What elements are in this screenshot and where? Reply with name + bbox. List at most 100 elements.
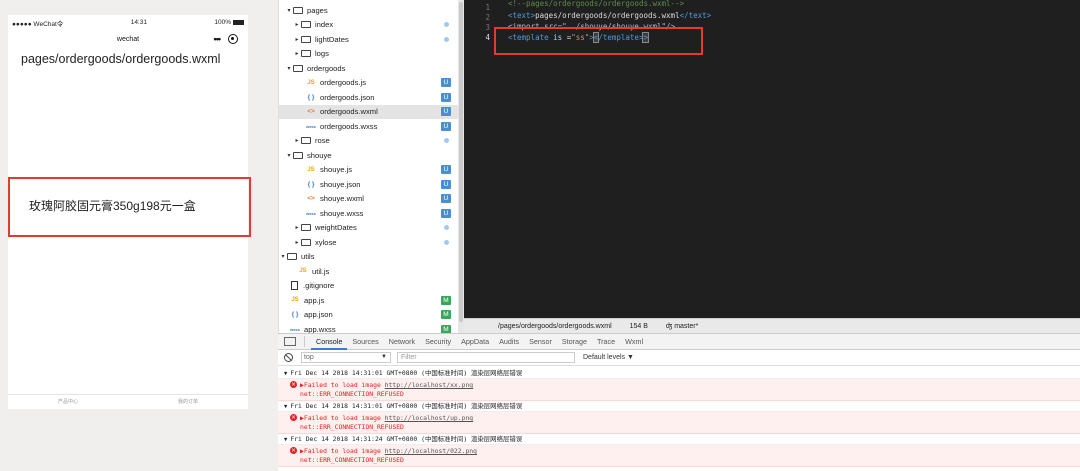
tab-sensor[interactable]: Sensor (524, 334, 557, 350)
image-url-link[interactable]: http://localhost/up.png (385, 414, 474, 422)
line-number: 3 (485, 23, 490, 32)
file-item[interactable]: JS shouye.js U (279, 163, 459, 177)
git-status-badge: U (441, 121, 451, 131)
file-item[interactable]: { } shouye.json U (279, 177, 459, 191)
folder-item[interactable]: ▸ xylose (279, 235, 459, 249)
file-tree-label: ordergoods.json (320, 92, 375, 102)
expand-triangle-icon[interactable]: ▼ (284, 404, 287, 410)
tab-audits[interactable]: Audits (494, 334, 524, 350)
image-url-link[interactable]: http://localhost/xx.png (385, 381, 474, 389)
file-item[interactable]: <> shouye.wxml U (279, 192, 459, 206)
file-tree-label: rose (315, 136, 330, 146)
nav-title: wechat (116, 36, 140, 43)
tab-console[interactable]: Console (311, 334, 348, 350)
file-item[interactable]: <> ordergoods.wxml U (279, 104, 459, 119)
tab-sources[interactable]: Sources (347, 334, 383, 350)
git-branch[interactable]: ʤ master* (666, 323, 698, 330)
file-tree-label: shouye.wxss (320, 208, 364, 218)
file-tree-label: ordergoods.wxss (320, 121, 378, 131)
file-item[interactable]: wxss shouye.wxss U (279, 206, 459, 220)
status-time: 14:31 (130, 19, 147, 26)
folder-icon (301, 21, 311, 29)
folder-icon (301, 50, 311, 58)
console-error-row: × ▶Failed to load image http://localhost/… (278, 379, 1080, 401)
tab-security[interactable]: Security (420, 334, 456, 350)
chevron-right-icon[interactable]: ▸ (293, 239, 301, 246)
console-group-header[interactable]: ▼ Fri Dec 14 2018 14:31:01 GMT+0800 (中国标准… (278, 401, 1080, 412)
tab-my-orders[interactable]: 我的订单 (128, 395, 248, 409)
battery-indicator: 100% (214, 19, 244, 26)
file-item[interactable]: JS ordergoods.js U (279, 76, 459, 90)
folder-item[interactable]: ▸ logs (279, 47, 459, 61)
filter-input[interactable]: Filter (397, 352, 575, 363)
expand-triangle-icon[interactable]: ▼ (284, 437, 287, 443)
modified-dot-icon (444, 22, 449, 27)
file-path: /pages/ordergoods/ordergoods.wxml (498, 322, 612, 330)
console-group-header[interactable]: ▼ Fri Dec 14 2018 14:31:01 GMT+0800 (中国标准… (278, 368, 1080, 379)
git-status-badge: U (441, 107, 451, 116)
folder-item[interactable]: ▾ utils (279, 250, 459, 264)
devtools-panel: Console Sources Network Security AppData Audi… (278, 333, 1080, 471)
folder-item[interactable]: ▾ shouye (279, 148, 459, 162)
more-menu-icon[interactable]: ••• (214, 34, 222, 44)
battery-icon (233, 19, 244, 25)
tab-wxml[interactable]: Wxml (620, 334, 648, 350)
error-message: ▶Failed to load image http://localhost/x… (300, 381, 474, 389)
chevron-down-icon[interactable]: ▾ (285, 7, 293, 14)
file-tree-label: index (315, 20, 334, 30)
file-item[interactable]: JS app.js M (279, 293, 459, 307)
expand-triangle-icon[interactable]: ▼ (284, 371, 287, 377)
console-filter-bar: top ▼ Filter Default levels ▼ (278, 350, 1080, 366)
wxss-file-icon: wxss (306, 210, 316, 216)
carrier-signal: ●●●●● WeChat令 (12, 20, 64, 28)
console-group-header[interactable]: ▼ Fri Dec 14 2018 14:31:24 GMT+0800 (中国标准… (278, 434, 1080, 445)
json-file-icon: { } (307, 93, 315, 101)
json-file-icon: { } (291, 311, 299, 319)
chevron-right-icon[interactable]: ▸ (293, 36, 301, 43)
file-item[interactable]: .gitignore (279, 279, 459, 293)
log-levels-dropdown[interactable]: Default levels ▼ (583, 354, 634, 361)
wxss-file-icon: wxss (306, 123, 316, 129)
tab-appdata[interactable]: AppData (456, 334, 494, 350)
folder-icon (301, 137, 311, 145)
clear-console-icon[interactable] (284, 353, 293, 362)
editor-status-bar: /pages/ordergoods/ordergoods.wxml 154 B … (464, 318, 1080, 333)
git-status-badge: U (441, 179, 451, 189)
chevron-down-icon[interactable]: ▾ (279, 253, 287, 260)
error-message: ▶Failed to load image http://localhost/0… (300, 447, 477, 455)
close-capsule-icon[interactable] (228, 34, 238, 44)
file-item[interactable]: { } app.json M (279, 308, 459, 322)
file-item[interactable]: JS util.js (279, 264, 459, 278)
chevron-down-icon[interactable]: ▾ (285, 152, 293, 159)
chevron-right-icon[interactable]: ▸ (293, 224, 301, 231)
chevron-down-icon[interactable]: ▾ (285, 65, 293, 72)
file-tree-label: .gitignore (303, 281, 335, 291)
js-file-icon: JS (291, 297, 299, 304)
tab-network[interactable]: Network (384, 334, 420, 350)
js-file-icon: JS (307, 166, 315, 173)
folder-item[interactable]: ▾ pages (279, 3, 459, 17)
context-select[interactable]: top ▼ (301, 352, 391, 363)
devtools-tabs: Console Sources Network Security AppData Audi… (278, 334, 1080, 350)
folder-item[interactable]: ▸ weightDates (279, 221, 459, 235)
folder-icon (301, 35, 311, 43)
folder-icon (301, 224, 311, 232)
tab-product-center[interactable]: 产品中心 (8, 395, 128, 409)
modified-dot-icon (444, 239, 449, 245)
folder-item[interactable]: ▾ ordergoods (279, 61, 459, 75)
inspect-element-icon[interactable] (284, 337, 296, 346)
file-item[interactable]: { } ordergoods.json U (279, 90, 459, 104)
js-file-icon: JS (307, 79, 315, 86)
chevron-right-icon[interactable]: ▸ (293, 137, 301, 144)
folder-item[interactable]: ▸ index (279, 18, 459, 32)
image-url-link[interactable]: http://localhost/022.png (385, 447, 477, 455)
chevron-right-icon[interactable]: ▸ (293, 21, 301, 28)
file-tree-label: app.json (304, 310, 333, 320)
folder-item[interactable]: ▸ lightDates (279, 32, 459, 46)
file-item[interactable]: wxss ordergoods.wxss U (279, 119, 459, 133)
code-line-2: <text>pages/ordergoods/ordergoods.wxml</… (508, 11, 712, 20)
chevron-right-icon[interactable]: ▸ (293, 50, 301, 57)
folder-item[interactable]: ▸ rose (279, 134, 459, 148)
tab-trace[interactable]: Trace (592, 334, 620, 350)
tab-storage[interactable]: Storage (557, 334, 592, 350)
